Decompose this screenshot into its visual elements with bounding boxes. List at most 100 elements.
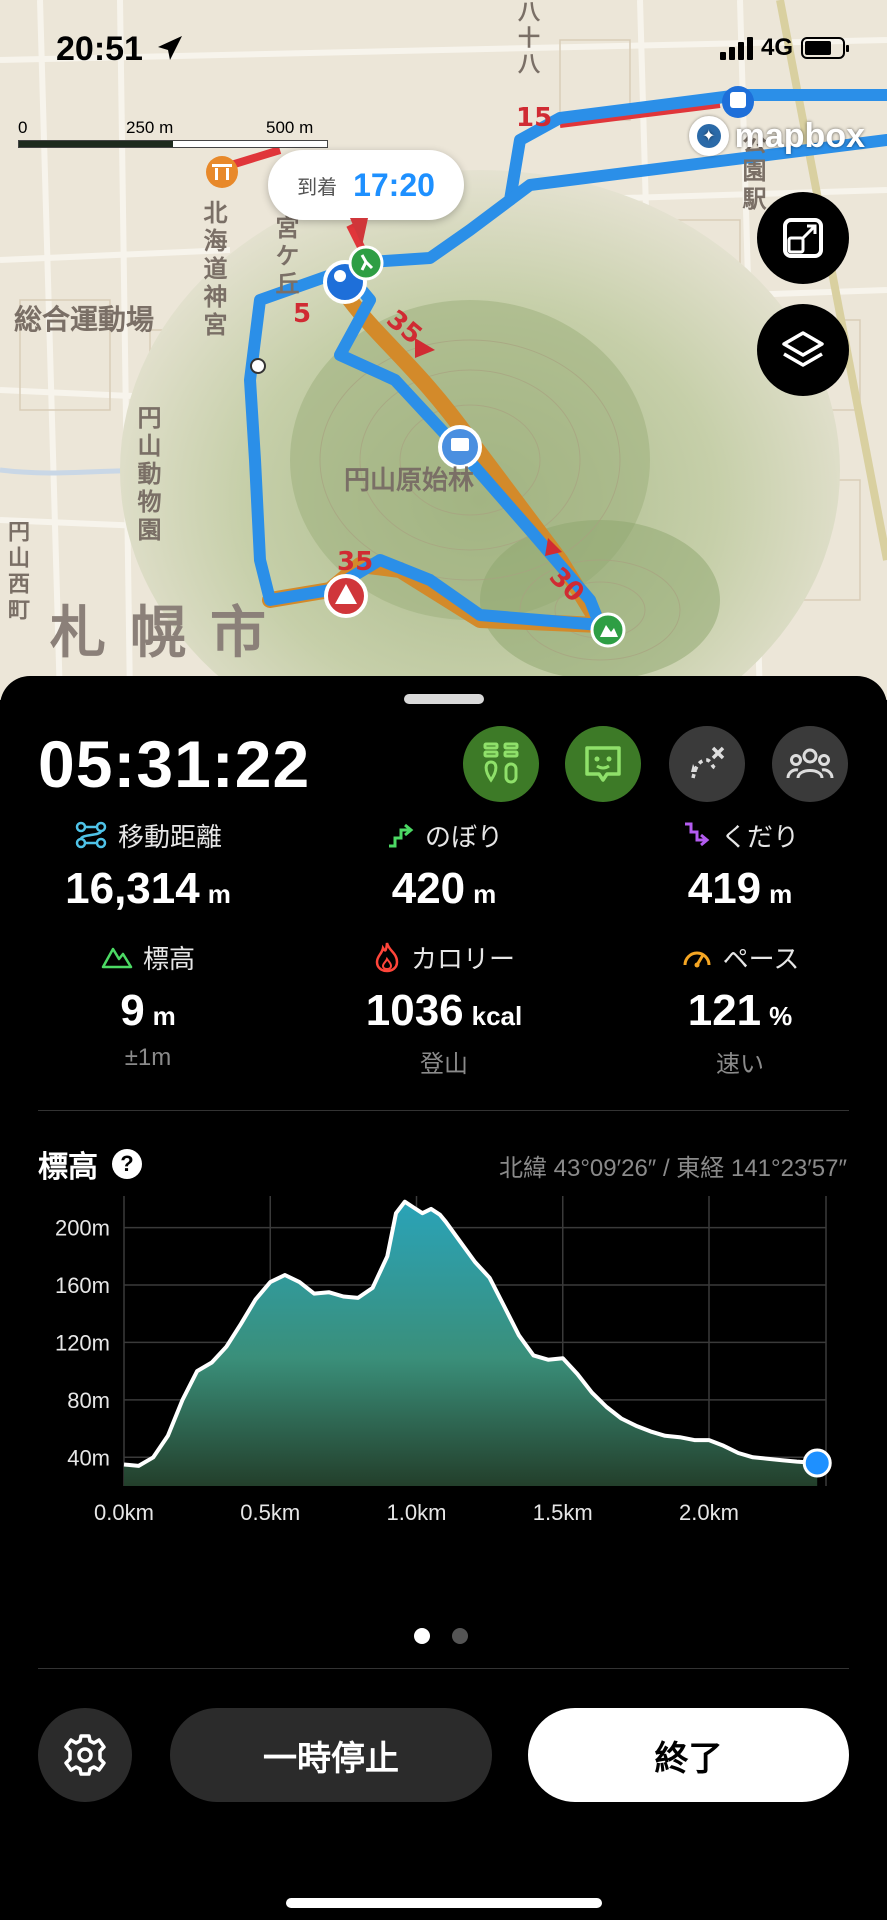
y-tick-label: 80m [67,1388,110,1413]
stat-calories: カロリー 1036 kcal 登山 [296,940,592,1079]
scale-label-250: 250 m [126,118,174,137]
eta-pointer [350,218,368,246]
y-axis-ticks: 40m 80m 120m 160m 200m [55,1216,110,1471]
map-view[interactable]: 15 5 35 35 30 北海道神宮 宮ケ丘 総合運動場 円山動物園 円山原始… [0,0,887,700]
x-tick-label: 2.0km [679,1500,739,1525]
stat-unit: % [769,1001,793,1031]
location-arrow-icon [158,36,182,60]
y-tick-label: 160m [55,1273,110,1298]
stat-value: 121 [687,986,762,1035]
page-indicator[interactable] [414,1628,468,1644]
fit-bounds-icon [783,218,823,258]
stat-sub: 登山 [420,1051,468,1078]
stat-value: 16,314 [65,864,200,913]
waypoint-icon [250,358,266,374]
group-icon [786,748,834,779]
stat-value: 419 [687,864,762,913]
settings-button[interactable] [38,1708,132,1802]
stat-value: 420 [391,864,466,913]
stat-ascent: のぼり 420 m [296,818,592,914]
flame-icon [375,942,399,973]
route-marker-35b: 35 [337,547,373,577]
summit-icon [590,612,626,648]
pause-button[interactable]: 一時停止 [170,1708,492,1802]
route-points-icon [483,742,519,784]
stat-value: 1036 [365,986,464,1035]
warning-pin-icon [324,574,368,618]
x-tick-label: 0.0km [94,1500,154,1525]
map-label-zoo: 円山動物園 [133,405,161,545]
divider [38,1668,849,1669]
mapbox-wordmark: mapbox [734,116,865,155]
companion-button[interactable] [565,726,641,802]
route-marker-15: 15 [516,103,552,133]
stat-label: 標高 [142,943,195,974]
mapbox-attribution[interactable]: ✦ mapbox [688,116,865,156]
scale-label-500: 500 m [266,118,314,137]
stat-descent: くだり 419 m [592,818,887,914]
stat-unit: m [207,879,231,909]
stat-label: 移動距離 [117,821,222,852]
map-label-nishi: 円山西町 [4,520,29,624]
stat-label: のぼり [424,821,503,852]
map-label-88: 八十八 [514,0,539,78]
stat-label: カロリー [410,943,515,974]
divider [38,1110,849,1111]
stat-unit: m [152,1001,176,1031]
milestones-button[interactable] [463,726,539,802]
mapbox-logo-icon: ✦ [688,116,729,156]
map-layers-button[interactable] [757,304,849,396]
x-tick-label: 1.0km [387,1500,447,1525]
mountain-icon [101,947,133,969]
train-station-icon [722,86,754,118]
distance-icon [75,821,107,849]
gear-icon [64,1734,106,1776]
stat-sub: 速い [716,1051,764,1078]
current-position-marker [802,1448,832,1478]
panel-grabber[interactable] [404,694,484,704]
elevation-chart[interactable]: 40m 80m 120m 160m 200m 0.0km 0.5km 1.0km 1.5km 2… [0,1196,887,1616]
stat-unit: kcal [471,1001,523,1031]
home-indicator[interactable] [286,1898,602,1908]
route-edit-button[interactable] [669,726,745,802]
map-scale-bar: 0 250 m 500 m [18,118,328,148]
map-label-miyagaoka: 宮ケ丘 [271,215,299,299]
elevation-header: 標高 ? [38,1142,142,1186]
battery-icon [801,37,849,59]
stat-label: ペース [722,943,800,974]
y-tick-label: 40m [67,1445,110,1470]
stat-value: 9 [120,986,145,1035]
network-type: 4G [760,34,793,61]
page-dot[interactable] [452,1628,468,1644]
y-tick-label: 120m [55,1330,110,1355]
elevation-title: 標高 [38,1151,98,1184]
ascent-icon [388,823,414,848]
help-icon[interactable]: ? [112,1149,142,1179]
status-time: 20:51 [56,30,143,68]
speedometer-icon [683,951,711,968]
end-button[interactable]: 終了 [528,1708,849,1802]
signal-icon [719,36,753,60]
stat-label: くだり [720,821,799,852]
eta-bubble[interactable]: 到着 17:20 [268,150,464,220]
chat-face-icon [585,746,621,782]
stat-distance: 移動距離 16,314 m [0,818,296,914]
group-button[interactable] [772,726,848,802]
x-tick-label: 0.5km [240,1500,300,1525]
page-dot[interactable] [414,1628,430,1644]
tracking-panel: 05:31:22 移動距離 16,314 m のぼり 420 m くだり 419… [0,676,887,1920]
y-tick-label: 200m [55,1216,110,1241]
stat-pace: ペース 121% 速い [592,940,887,1079]
coordinates: 北緯 43°09′26″ / 東経 141°23′57″ [498,1155,847,1182]
route-marker-5: 5 [293,299,311,329]
x-tick-label: 1.5km [533,1500,593,1525]
map-label-city: 札幌市 [50,601,290,666]
descent-icon [684,822,710,847]
stat-unit: m [473,879,497,909]
eta-label: 到着 [297,176,338,199]
stat-unit: m [769,879,793,909]
hiker-icon [348,245,384,281]
fit-route-button[interactable] [757,192,849,284]
map-label-shrine: 北海道神宮 [199,200,227,340]
x-axis-ticks: 0.0km 0.5km 1.0km 1.5km 2.0km [94,1500,739,1525]
